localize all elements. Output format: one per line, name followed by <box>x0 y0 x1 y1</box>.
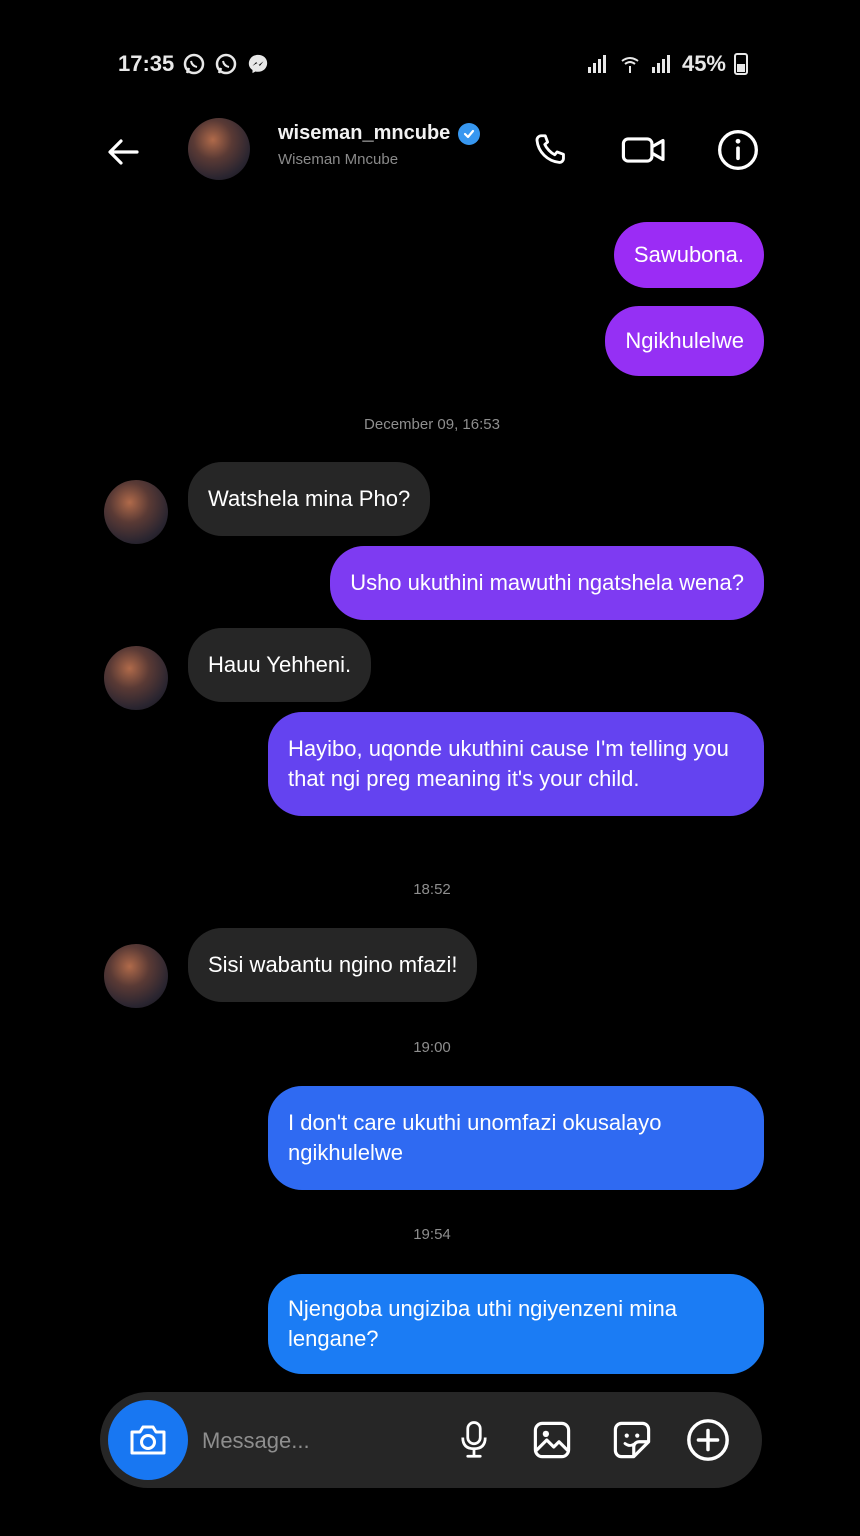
camera-icon <box>130 1425 166 1455</box>
message-composer <box>100 1392 762 1488</box>
messenger-icon <box>246 52 270 76</box>
timestamp: 19:00 <box>413 1039 451 1056</box>
back-arrow-icon <box>108 139 139 165</box>
chat-header: wiseman_mncube Wiseman Mncube <box>82 110 782 190</box>
wifi-icon <box>618 52 642 76</box>
message-text: Hauu Yehheni. <box>208 652 352 677</box>
avatar[interactable] <box>104 646 168 710</box>
chat-screen: 17:35 45% wiseman_mncube Wiseman Mncube … <box>82 0 782 1536</box>
status-left: 17:35 <box>118 51 270 77</box>
video-camera-icon <box>621 137 665 163</box>
info-icon <box>718 130 758 170</box>
message-outgoing[interactable]: Ngikhulelwe <box>605 306 764 376</box>
avatar[interactable] <box>104 944 168 1008</box>
gallery-icon <box>533 1421 571 1459</box>
phone-icon <box>535 134 565 164</box>
status-bar: 17:35 45% <box>118 46 748 82</box>
status-time: 17:35 <box>118 51 175 76</box>
message-text: Watshela mina Pho? <box>208 486 411 511</box>
more-options-button[interactable] <box>684 1416 732 1464</box>
voice-message-button[interactable] <box>450 1416 498 1464</box>
message-outgoing[interactable]: Usho ukuthini mawuthi ngatshela wena? <box>330 546 764 620</box>
message-outgoing[interactable]: I don't care ukuthi unomfazi okusalayo n… <box>268 1086 764 1190</box>
add-icon <box>687 1419 729 1461</box>
whatsapp-icon <box>214 52 238 76</box>
message-text: Sisi wabantu ngino mfazi! <box>208 952 458 977</box>
display-name: Wiseman Mncube <box>278 151 399 168</box>
camera-button[interactable] <box>108 1400 188 1480</box>
message-outgoing[interactable]: Sawubona. <box>613 222 764 288</box>
timestamp: 19:54 <box>413 1226 451 1243</box>
battery-icon <box>734 53 748 75</box>
video-call-button[interactable] <box>620 126 668 174</box>
verified-badge-icon <box>458 122 481 145</box>
timestamp: 18:52 <box>413 881 451 898</box>
message-text: Usho ukuthini mawuthi ngatshela wena? <box>350 570 744 595</box>
message-text: Hayibo, uqonde ukuthini cause I'm tellin… <box>288 736 729 791</box>
status-right: 45% <box>586 51 748 77</box>
sticker-button[interactable] <box>608 1416 656 1464</box>
call-button[interactable] <box>526 126 574 174</box>
sticker-icon <box>613 1421 651 1459</box>
contact-info[interactable]: wiseman_mncube Wiseman Mncube <box>278 122 481 168</box>
timestamp: December 09, 16:53 <box>364 416 500 433</box>
message-outgoing[interactable]: Njengoba ungiziba uthi ngiyenzeni mina l… <box>268 1274 764 1374</box>
username: wiseman_mncube <box>278 122 451 144</box>
signal-icon <box>650 52 674 76</box>
message-incoming[interactable]: Watshela mina Pho? <box>188 462 431 536</box>
message-text: Sawubona. <box>633 242 744 267</box>
message-text: I don't care ukuthi unomfazi okusalayo n… <box>288 1110 662 1165</box>
whatsapp-icon <box>182 52 206 76</box>
signal-icon <box>586 52 610 76</box>
avatar[interactable] <box>104 480 168 544</box>
battery-percent: 45% <box>681 51 726 76</box>
message-outgoing[interactable]: Hayibo, uqonde ukuthini cause I'm tellin… <box>268 712 764 816</box>
message-incoming[interactable]: Hauu Yehheni. <box>188 628 372 702</box>
message-input[interactable] <box>200 1418 434 1464</box>
back-button[interactable] <box>102 130 146 174</box>
message-text: Ngikhulelwe <box>625 328 744 353</box>
info-button[interactable] <box>714 126 762 174</box>
microphone-icon <box>461 1421 487 1458</box>
message-text: Njengoba ungiziba uthi ngiyenzeni mina l… <box>288 1296 677 1351</box>
message-incoming[interactable]: Sisi wabantu ngino mfazi! <box>188 928 478 1002</box>
avatar[interactable] <box>188 118 250 180</box>
gallery-button[interactable] <box>528 1416 576 1464</box>
